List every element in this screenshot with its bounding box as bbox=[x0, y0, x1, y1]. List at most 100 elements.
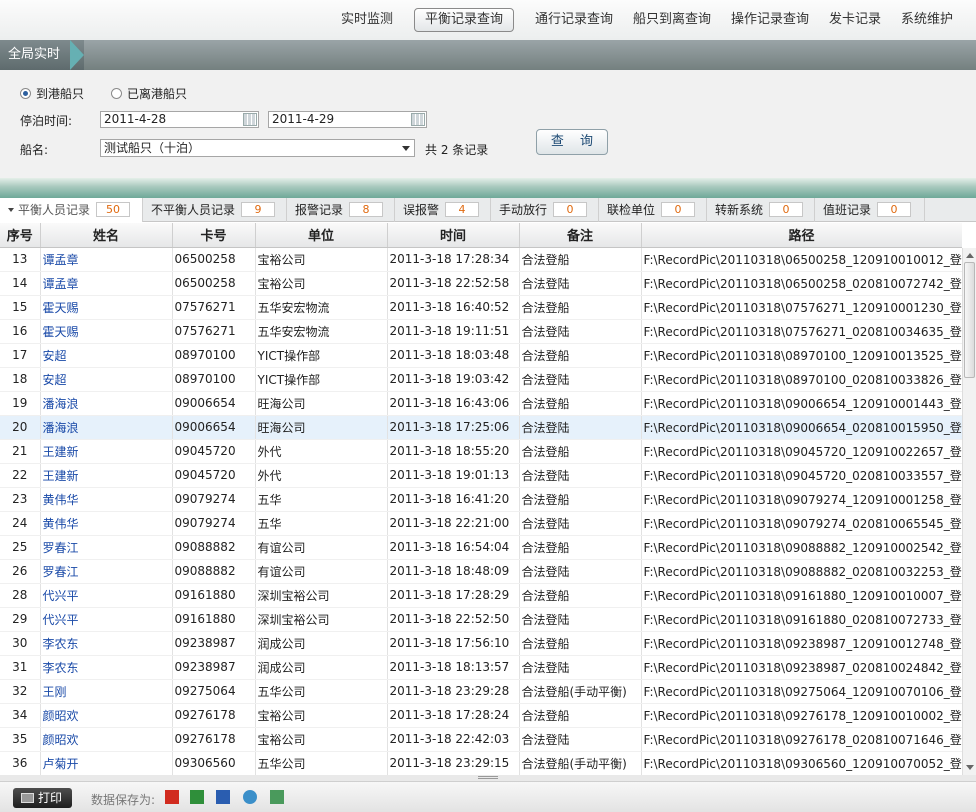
cell-note: 合法登陆 bbox=[519, 727, 642, 752]
ship-select[interactable]: 测试船只（十泊） bbox=[100, 139, 415, 157]
table-row[interactable]: 29 代兴平 09161880 深圳宝裕公司 2011-3-18 22:52:50 合法登… bbox=[0, 607, 962, 632]
date-to-value: 2011-4-29 bbox=[272, 112, 335, 126]
cell-name[interactable]: 王刚 bbox=[40, 679, 173, 704]
cell-time: 2011-3-18 18:03:48 bbox=[387, 343, 520, 368]
cell-name[interactable]: 黄伟华 bbox=[40, 511, 173, 536]
cell-path: F:\RecordPic\20110318\09045720_120910022… bbox=[641, 439, 962, 464]
cell-name[interactable]: 潘海浪 bbox=[40, 391, 173, 416]
excel-icon[interactable] bbox=[190, 790, 204, 804]
vertical-scrollbar[interactable] bbox=[962, 248, 976, 775]
tab-alarm-records[interactable]: 报警记录 8 bbox=[287, 198, 395, 222]
table-row[interactable]: 32 王刚 09275064 五华公司 2011-3-18 23:29:28 合法登船(手… bbox=[0, 679, 962, 704]
word-icon[interactable] bbox=[216, 790, 230, 804]
records-table: 序号 姓名 卡号 单位 时间 备注 路径 13 谭孟章 06500258 宝裕公司 20… bbox=[0, 223, 962, 775]
table-row[interactable]: 34 颜昭欢 09276178 宝裕公司 2011-3-18 17:28:24 合法登船 F… bbox=[0, 703, 962, 728]
cell-seq: 35 bbox=[0, 727, 41, 752]
cell-name[interactable]: 王建新 bbox=[40, 463, 173, 488]
cell-name[interactable]: 代兴平 bbox=[40, 583, 173, 608]
cell-note: 合法登船 bbox=[519, 247, 642, 272]
table-row[interactable]: 14 谭孟章 06500258 宝裕公司 2011-3-18 22:52:58 合法登陆 F… bbox=[0, 271, 962, 296]
cell-name[interactable]: 李农东 bbox=[40, 631, 173, 656]
tab-manual-release[interactable]: 手动放行 0 bbox=[491, 198, 599, 222]
tab-unbalanced-personnel[interactable]: 不平衡人员记录 9 bbox=[143, 198, 287, 222]
cell-name[interactable]: 谭孟章 bbox=[40, 247, 173, 272]
table-row[interactable]: 21 王建新 09045720 外代 2011-3-18 18:55:20 合法登船 F:\… bbox=[0, 439, 962, 464]
column-header-unit[interactable]: 单位 bbox=[255, 223, 388, 248]
query-button[interactable]: 查 询 bbox=[536, 129, 608, 155]
cell-name[interactable]: 罗春江 bbox=[40, 535, 173, 560]
cell-path: F:\RecordPic\20110318\09275064_120910070… bbox=[641, 679, 962, 704]
cell-name[interactable]: 王建新 bbox=[40, 439, 173, 464]
cell-name[interactable]: 安超 bbox=[40, 367, 173, 392]
nav-balance-records[interactable]: 平衡记录查询 bbox=[414, 8, 514, 32]
pdf-icon[interactable] bbox=[165, 790, 179, 804]
tab-label: 转新系统 bbox=[715, 203, 764, 217]
cell-name[interactable]: 代兴平 bbox=[40, 607, 173, 632]
table-row[interactable]: 28 代兴平 09161880 深圳宝裕公司 2011-3-18 17:28:29 合法登… bbox=[0, 583, 962, 608]
tab-count-badge: 9 bbox=[241, 202, 276, 217]
tab-balance-personnel[interactable]: 平衡人员记录 50 bbox=[0, 198, 143, 222]
table-row[interactable]: 16 霍天赐 07576271 五华安宏物流 2011-3-18 19:11:51 合法登… bbox=[0, 319, 962, 344]
table-row[interactable]: 24 黄伟华 09079274 五华 2011-3-18 22:21:00 合法登陆 F:\… bbox=[0, 511, 962, 536]
column-header-card[interactable]: 卡号 bbox=[172, 223, 256, 248]
cell-name[interactable]: 黄伟华 bbox=[40, 487, 173, 512]
table-row[interactable]: 30 李农东 09238987 润成公司 2011-3-18 17:56:10 合法登船 F… bbox=[0, 631, 962, 656]
nav-card-issue[interactable]: 发卡记录 bbox=[824, 8, 886, 32]
html-icon[interactable] bbox=[243, 790, 257, 804]
column-header-path[interactable]: 路径 bbox=[641, 223, 962, 248]
table-row[interactable]: 22 王建新 09045720 外代 2011-3-18 19:01:13 合法登陆 F:\… bbox=[0, 463, 962, 488]
cell-name[interactable]: 卢菊开 bbox=[40, 751, 173, 775]
print-button[interactable]: 打印 bbox=[13, 788, 72, 808]
nav-realtime-monitor[interactable]: 实时监测 bbox=[336, 8, 398, 32]
column-header-name[interactable]: 姓名 bbox=[40, 223, 173, 248]
cell-path: F:\RecordPic\20110318\09006654_120910001… bbox=[641, 391, 962, 416]
nav-operation-records[interactable]: 操作记录查询 bbox=[726, 8, 814, 32]
nav-system-maintenance[interactable]: 系统维护 bbox=[896, 8, 958, 32]
table-row[interactable]: 25 罗春江 09088882 有谊公司 2011-3-18 16:54:04 合法登船 F… bbox=[0, 535, 962, 560]
tab-duty-records[interactable]: 值班记录 0 bbox=[815, 198, 925, 222]
calendar-icon[interactable] bbox=[243, 113, 257, 126]
scrollbar-thumb[interactable] bbox=[964, 262, 975, 378]
cell-name[interactable]: 颜昭欢 bbox=[40, 727, 173, 752]
scroll-up-icon[interactable] bbox=[966, 253, 974, 258]
table-row[interactable]: 23 黄伟华 09079274 五华 2011-3-18 16:41:20 合法登船 F:\… bbox=[0, 487, 962, 512]
tab-false-alarm[interactable]: 误报警 4 bbox=[395, 198, 491, 222]
cell-path: F:\RecordPic\20110318\07576271_120910001… bbox=[641, 295, 962, 320]
table-row[interactable]: 18 安超 08970100 YICT操作部 2011-3-18 19:03:42 合法登… bbox=[0, 367, 962, 392]
date-from-input[interactable]: 2011-4-28 bbox=[100, 111, 259, 128]
tab-joint-inspection[interactable]: 联检单位 0 bbox=[599, 198, 707, 222]
column-header-note[interactable]: 备注 bbox=[519, 223, 642, 248]
splitter-grip-icon[interactable] bbox=[478, 776, 498, 779]
column-header-seq[interactable]: 序号 bbox=[0, 223, 41, 248]
table-row[interactable]: 36 卢菊开 09306560 五华公司 2011-3-18 23:29:15 合法登船(… bbox=[0, 751, 962, 775]
calendar-icon[interactable] bbox=[411, 113, 425, 126]
cell-seq: 29 bbox=[0, 607, 41, 632]
cell-name[interactable]: 罗春江 bbox=[40, 559, 173, 584]
image-icon[interactable] bbox=[270, 790, 284, 804]
cell-name[interactable]: 李农东 bbox=[40, 655, 173, 680]
cell-name[interactable]: 谭孟章 bbox=[40, 271, 173, 296]
radio-departed[interactable]: 已离港船只 bbox=[111, 86, 187, 102]
scroll-down-icon[interactable] bbox=[966, 765, 974, 770]
cell-name[interactable]: 潘海浪 bbox=[40, 415, 173, 440]
table-row[interactable]: 17 安超 08970100 YICT操作部 2011-3-18 18:03:48 合法登… bbox=[0, 343, 962, 368]
table-row[interactable]: 31 李农东 09238987 润成公司 2011-3-18 18:13:57 合法登陆 F… bbox=[0, 655, 962, 680]
cell-name[interactable]: 霍天赐 bbox=[40, 319, 173, 344]
nav-ship-arrival[interactable]: 船只到离查询 bbox=[628, 8, 716, 32]
table-row[interactable]: 20 潘海浪 09006654 旺海公司 2011-3-18 17:25:06 合法登陆 F… bbox=[0, 415, 962, 440]
tab-label: 值班记录 bbox=[823, 203, 872, 217]
radio-arrived[interactable]: 到港船只 bbox=[20, 86, 84, 102]
table-row[interactable]: 13 谭孟章 06500258 宝裕公司 2011-3-18 17:28:34 合法登船 F… bbox=[0, 247, 962, 272]
cell-name[interactable]: 颜昭欢 bbox=[40, 703, 173, 728]
table-row[interactable]: 35 颜昭欢 09276178 宝裕公司 2011-3-18 22:42:03 合法登陆 F… bbox=[0, 727, 962, 752]
table-row[interactable]: 26 罗春江 09088882 有谊公司 2011-3-18 18:48:09 合法登陆 F… bbox=[0, 559, 962, 584]
cell-name[interactable]: 安超 bbox=[40, 343, 173, 368]
tab-new-system[interactable]: 转新系统 0 bbox=[707, 198, 815, 222]
table-row[interactable]: 15 霍天赐 07576271 五华安宏物流 2011-3-18 16:40:52 合法登… bbox=[0, 295, 962, 320]
cell-card: 09006654 bbox=[172, 415, 256, 440]
table-row[interactable]: 19 潘海浪 09006654 旺海公司 2011-3-18 16:43:06 合法登船 F… bbox=[0, 391, 962, 416]
date-to-input[interactable]: 2011-4-29 bbox=[268, 111, 427, 128]
column-header-time[interactable]: 时间 bbox=[387, 223, 520, 248]
nav-pass-records[interactable]: 通行记录查询 bbox=[530, 8, 618, 32]
cell-name[interactable]: 霍天赐 bbox=[40, 295, 173, 320]
